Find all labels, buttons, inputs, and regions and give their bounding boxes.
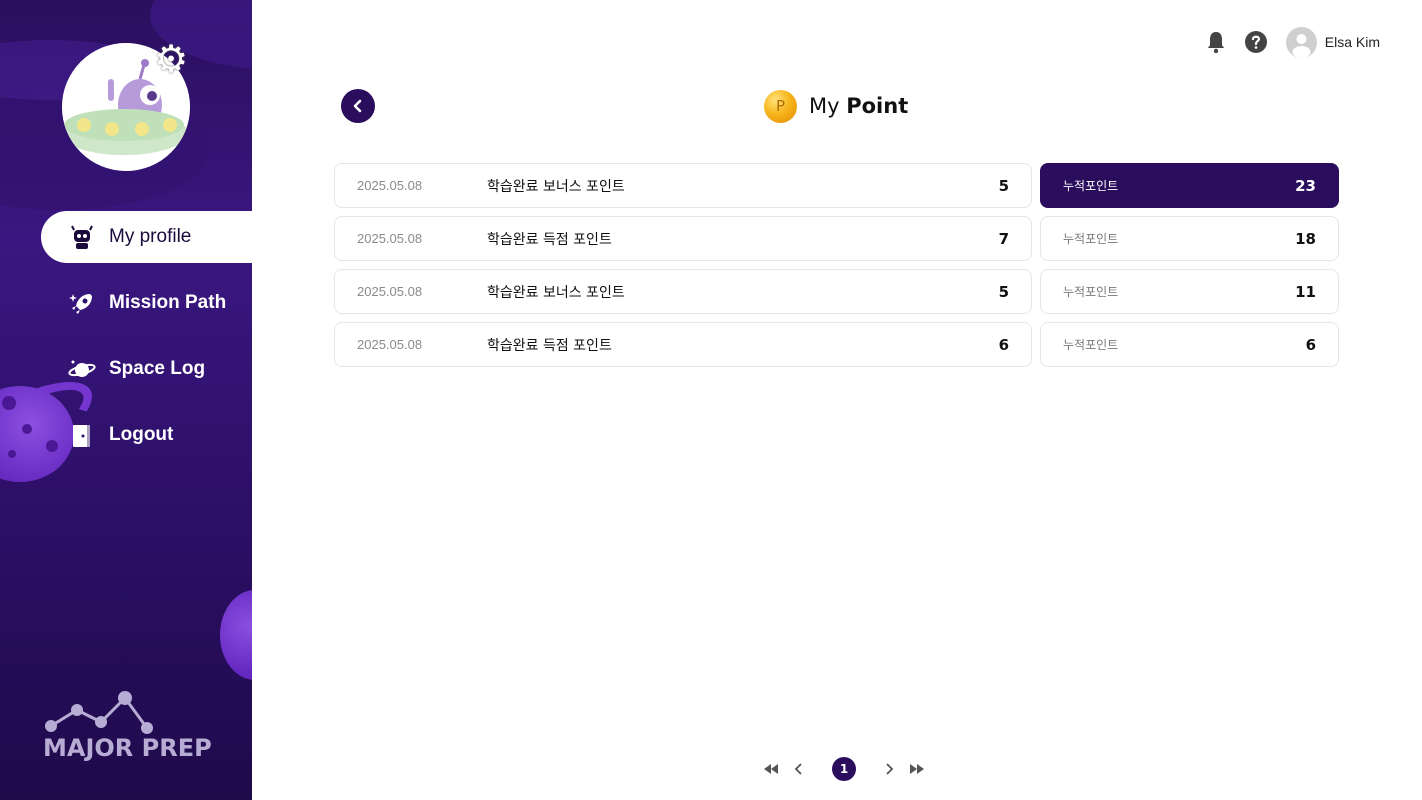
cumulative-value: 18 bbox=[1295, 229, 1316, 248]
user-avatar-icon bbox=[1285, 26, 1317, 58]
double-chevron-left-icon bbox=[764, 764, 778, 774]
sidebar-item-label: Mission Path bbox=[109, 292, 227, 313]
top-bar: Elsa Kim bbox=[1188, 26, 1380, 58]
robot-icon bbox=[71, 225, 93, 249]
page-number-button[interactable]: 1 bbox=[832, 757, 856, 781]
page-title: P My Point bbox=[764, 88, 908, 124]
cumulative-label: 누적포인트 bbox=[1063, 285, 1119, 299]
list-item: 누적포인트 18 bbox=[1040, 216, 1339, 261]
history-date: 2025.05.08 bbox=[357, 178, 423, 193]
list-item: 누적포인트 11 bbox=[1040, 269, 1339, 314]
sidebar-item-mission-path[interactable]: Mission Path bbox=[0, 277, 252, 329]
first-page-button[interactable] bbox=[762, 757, 780, 781]
gear-icon[interactable]: ⚙ bbox=[152, 40, 190, 78]
user-menu[interactable]: Elsa Kim bbox=[1285, 26, 1380, 58]
cumulative-value: 6 bbox=[1305, 335, 1316, 354]
brand-logo: MAJOR PREP bbox=[43, 688, 223, 768]
sidebar: ⚙ My profile Mission Path Space Log Logo… bbox=[0, 0, 252, 800]
bell-icon[interactable] bbox=[1204, 30, 1228, 54]
sidebar-item-label: Space Log bbox=[109, 358, 206, 379]
chevron-left-icon bbox=[353, 99, 362, 113]
chevron-left-icon bbox=[794, 763, 802, 775]
history-description: 학습완료 보너스 포인트 bbox=[487, 284, 625, 301]
history-description: 학습완료 득점 포인트 bbox=[487, 231, 612, 248]
cumulative-value: 23 bbox=[1295, 176, 1316, 195]
last-page-button[interactable] bbox=[908, 757, 926, 781]
history-points: 6 bbox=[998, 335, 1009, 354]
help-icon[interactable] bbox=[1244, 30, 1268, 54]
history-date: 2025.05.08 bbox=[357, 284, 423, 299]
cumulative-value: 11 bbox=[1295, 282, 1316, 301]
brand-graph-icon bbox=[45, 691, 153, 734]
list-item: 2025.05.08 학습완료 득점 포인트 7 bbox=[334, 216, 1032, 261]
sidebar-item-space-log[interactable]: Space Log bbox=[0, 343, 252, 395]
list-item: 누적포인트 23 bbox=[1040, 163, 1339, 208]
rocket-icon bbox=[69, 294, 92, 314]
history-date: 2025.05.08 bbox=[357, 337, 423, 352]
history-points: 5 bbox=[998, 282, 1009, 301]
list-item: 누적포인트 6 bbox=[1040, 322, 1339, 367]
history-points: 7 bbox=[998, 229, 1009, 248]
planet-decoration bbox=[220, 590, 252, 680]
next-page-button[interactable] bbox=[882, 757, 896, 781]
page-title-text: My Point bbox=[809, 94, 908, 118]
chevron-right-icon bbox=[886, 763, 894, 775]
back-button[interactable] bbox=[341, 89, 375, 123]
point-history-list: 2025.05.08 학습완료 보너스 포인트 5 2025.05.08 학습완… bbox=[334, 163, 1032, 375]
sidebar-item-logout[interactable]: Logout bbox=[0, 409, 252, 461]
double-chevron-right-icon bbox=[910, 764, 924, 774]
cumulative-label: 누적포인트 bbox=[1063, 232, 1119, 246]
coin-icon: P bbox=[764, 89, 797, 123]
user-name: Elsa Kim bbox=[1324, 34, 1380, 50]
list-item: 2025.05.08 학습완료 득점 포인트 6 bbox=[334, 322, 1032, 367]
door-icon bbox=[73, 425, 90, 447]
history-description: 학습완료 보너스 포인트 bbox=[487, 178, 625, 195]
page-title-bold: Point bbox=[846, 94, 909, 118]
cumulative-label: 누적포인트 bbox=[1063, 338, 1119, 352]
page-title-prefix: My bbox=[809, 94, 840, 118]
sidebar-item-my-profile[interactable]: My profile bbox=[41, 211, 252, 263]
history-points: 5 bbox=[998, 176, 1009, 195]
history-date: 2025.05.08 bbox=[357, 231, 423, 246]
sidebar-item-label: Logout bbox=[109, 424, 174, 445]
sidebar-nav: My profile Mission Path Space Log Logout bbox=[0, 211, 252, 475]
cumulative-points-list: 누적포인트 23 누적포인트 18 누적포인트 11 누적포인트 6 bbox=[1040, 163, 1339, 375]
planet-icon bbox=[68, 360, 96, 377]
list-item: 2025.05.08 학습완료 보너스 포인트 5 bbox=[334, 163, 1032, 208]
sidebar-item-label: My profile bbox=[109, 226, 192, 247]
brand-name: MAJOR PREP bbox=[43, 734, 212, 762]
cumulative-label: 누적포인트 bbox=[1063, 179, 1119, 193]
pagination: 1 bbox=[762, 756, 926, 782]
history-description: 학습완료 득점 포인트 bbox=[487, 337, 612, 354]
prev-page-button[interactable] bbox=[792, 757, 806, 781]
list-item: 2025.05.08 학습완료 보너스 포인트 5 bbox=[334, 269, 1032, 314]
